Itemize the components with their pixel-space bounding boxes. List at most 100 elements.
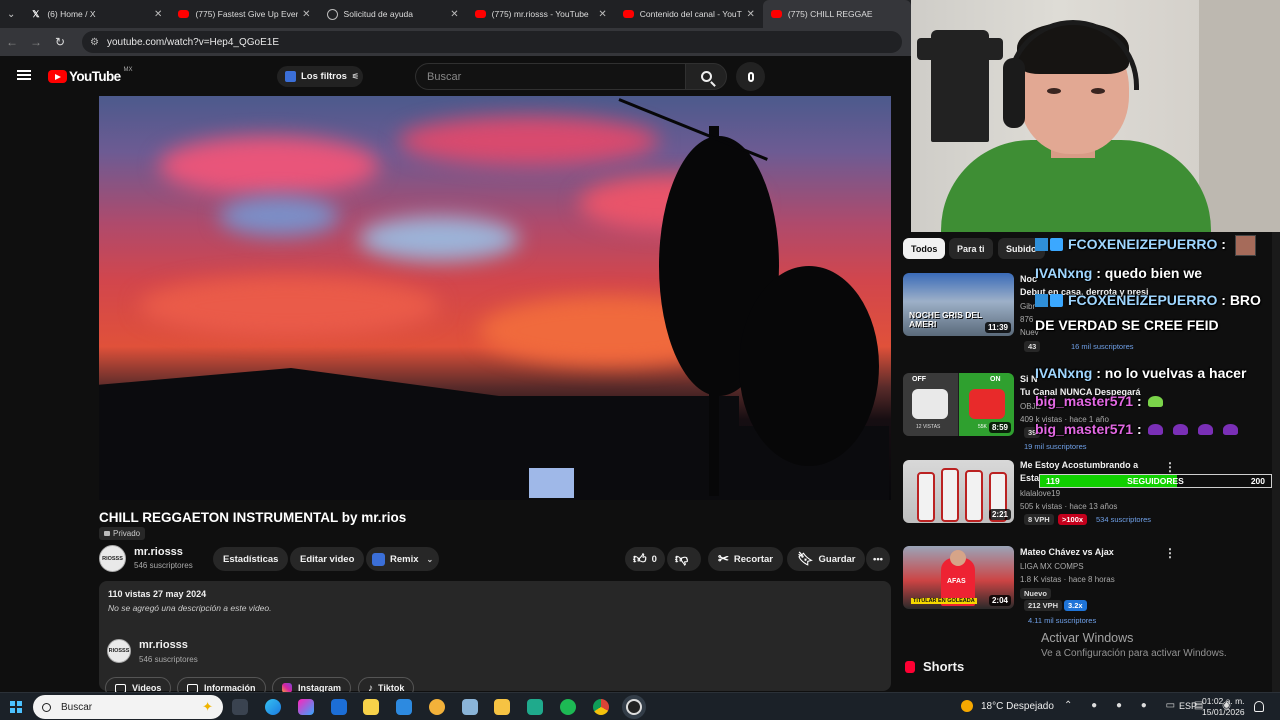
headset-icon (1003, 58, 1025, 128)
channel-name[interactable]: mr.riosss (134, 546, 183, 558)
close-icon[interactable]: ✕ (450, 9, 458, 20)
taskbar-search[interactable]: Buscar ✦ (33, 695, 223, 719)
privacy-badge: Privado (99, 527, 146, 540)
reload-icon[interactable]: ↻ (48, 35, 72, 49)
notepad-icon[interactable] (462, 699, 478, 715)
chat-badge-icon (1050, 294, 1063, 307)
chat-avatar (1235, 235, 1256, 256)
browser-tab[interactable]: (775) mr.riosss - YouTube ✕ (467, 0, 615, 28)
url-field[interactable]: ⚙ youtube.com/watch?v=Hep4_QGoE1E (82, 31, 902, 53)
description-channel-name[interactable]: mr.riosss (139, 639, 188, 651)
shorts-icon (905, 660, 915, 673)
task-view-icon[interactable] (232, 699, 248, 715)
voice-search-button[interactable] (736, 62, 765, 91)
weather-widget[interactable]: 18°C Despejado (961, 700, 1054, 712)
site-settings-icon[interactable]: ⚙ (90, 37, 99, 48)
more-actions-button[interactable]: ••• (866, 547, 890, 571)
subscriber-count: 546 suscriptores (134, 561, 193, 570)
related-thumbnail[interactable]: OFF ON 12 VISTAS 55K 8:59 (903, 373, 1014, 436)
browser-tab[interactable]: 𝕏 (6) Home / X ✕ (22, 0, 170, 28)
channel-avatar[interactable]: RIOSSS (99, 545, 126, 572)
thumbs-down-icon: 👎︎ (675, 551, 689, 566)
on-label: ON (990, 376, 1001, 383)
close-icon[interactable]: ✕ (746, 9, 754, 20)
save-button[interactable]: 🔖︎ Guardar (787, 547, 866, 571)
video-player[interactable] (99, 96, 891, 500)
youtube-logo[interactable]: YouTube MX (48, 67, 133, 84)
emote-icon (1147, 424, 1163, 435)
emote-icon (1172, 424, 1188, 435)
sponsor-logo: AFAS (947, 578, 966, 585)
file-explorer-icon[interactable] (494, 699, 510, 715)
obs-icon[interactable] (626, 699, 642, 715)
sky-cloud (139, 276, 439, 336)
back-icon[interactable]: ← (0, 35, 24, 49)
description-subscribers: 546 suscriptores (139, 655, 198, 664)
youtube-icon (178, 10, 190, 18)
screen: ⌄ 𝕏 (6) Home / X ✕ (775) Fastest Give Up E… (0, 0, 1280, 720)
description-box[interactable]: 110 vistas 27 may 2024 No se agregó una … (99, 581, 891, 699)
search-icon (42, 702, 51, 712)
filters-button[interactable]: Los filtros ⚟ (277, 66, 363, 87)
clip-button[interactable]: ✂ Recortar (708, 547, 783, 571)
background-jersey (917, 30, 1003, 142)
close-icon[interactable]: ✕ (598, 9, 606, 20)
tab-search-icon[interactable]: ⌄ (0, 0, 22, 28)
spotify-icon[interactable] (560, 699, 576, 715)
duration-badge: 11:39 (984, 322, 1011, 333)
off-label: OFF (912, 376, 926, 383)
app-icon[interactable] (527, 699, 543, 715)
remix-button[interactable]: Remix ⌄ (366, 547, 440, 571)
happy-face-icon (969, 389, 1005, 419)
sky-cloud (159, 136, 379, 196)
language-indicator[interactable]: ESP (1179, 701, 1197, 711)
related-channel[interactable]: Gibr (1020, 302, 1035, 311)
sky-cloud (219, 196, 339, 236)
views-label: 12 VISTAS (916, 424, 941, 430)
browser-tab-active[interactable]: (775) CHILL REGGAE (762, 0, 911, 28)
chrome-icon[interactable] (593, 699, 609, 715)
x-icon: 𝕏 (32, 8, 40, 19)
menu-icon[interactable] (17, 70, 31, 80)
edge-icon[interactable] (265, 699, 281, 715)
related-thumbnail[interactable]: AFAS TITULAR EN GOLEADA 2:04 (903, 546, 1014, 609)
sky-cloud (359, 216, 519, 261)
close-icon[interactable]: ✕ (302, 9, 310, 20)
edit-video-button[interactable]: Editar video (290, 547, 365, 571)
like-button[interactable]: 👍︎ 0 (625, 547, 665, 571)
vscode-icon[interactable] (396, 699, 412, 715)
copilot-icon[interactable] (298, 699, 314, 715)
chat-message: big_master571 : (1035, 421, 1248, 437)
help-icon (326, 8, 338, 20)
related-thumbnail[interactable]: NOCHE GRIS DEL AMERI 11:39 (903, 273, 1014, 336)
search-input[interactable]: Buscar (415, 63, 685, 90)
related-thumbnail[interactable]: 2:21 (903, 460, 1014, 523)
browser-tab[interactable]: Solicitud de ayuda ✕ (319, 0, 467, 28)
browser-tab[interactable]: (775) Fastest Give Up Ever 😭😭✕ (170, 0, 318, 28)
chip-for-you[interactable]: Para ti (949, 238, 993, 259)
notification-icon[interactable] (1254, 701, 1264, 712)
sky-cloud (399, 116, 659, 166)
duration-badge: 8:59 (988, 422, 1011, 433)
search-button[interactable] (685, 63, 727, 90)
chip-all[interactable]: Todos (903, 238, 946, 259)
close-icon[interactable]: ✕ (154, 9, 162, 20)
forward-icon[interactable]: → (24, 35, 48, 49)
chevron-down-icon: ⌄ (426, 554, 434, 564)
dislike-button[interactable]: 👎︎ (667, 547, 702, 571)
browser-tab[interactable]: Contenido del canal - YouTube✕ (615, 0, 763, 28)
photos-icon[interactable] (429, 699, 445, 715)
taskbar-clock[interactable]: 01:02 a. m. 15/01/2026 (1202, 696, 1245, 718)
stats-button[interactable]: Estadísticas (213, 547, 289, 571)
youtube-header: YouTube MX Los filtros ⚟ Buscar (0, 56, 911, 96)
emote-icon (1197, 424, 1213, 435)
follower-goal-bar: 119 SEGUIDORES 200 (1039, 474, 1272, 488)
windows-start-icon[interactable] (10, 701, 22, 713)
channel-row: RIOSSS mr.riosss 546 suscriptores Estadí… (99, 544, 891, 574)
channel-avatar[interactable]: RIOSSS (107, 639, 131, 663)
views-label: 55K (978, 424, 987, 430)
outlook-icon[interactable] (331, 699, 347, 715)
bookmark-icon: 🔖︎ (797, 551, 814, 566)
store-icon[interactable] (363, 699, 379, 715)
youtube-icon (474, 10, 486, 18)
